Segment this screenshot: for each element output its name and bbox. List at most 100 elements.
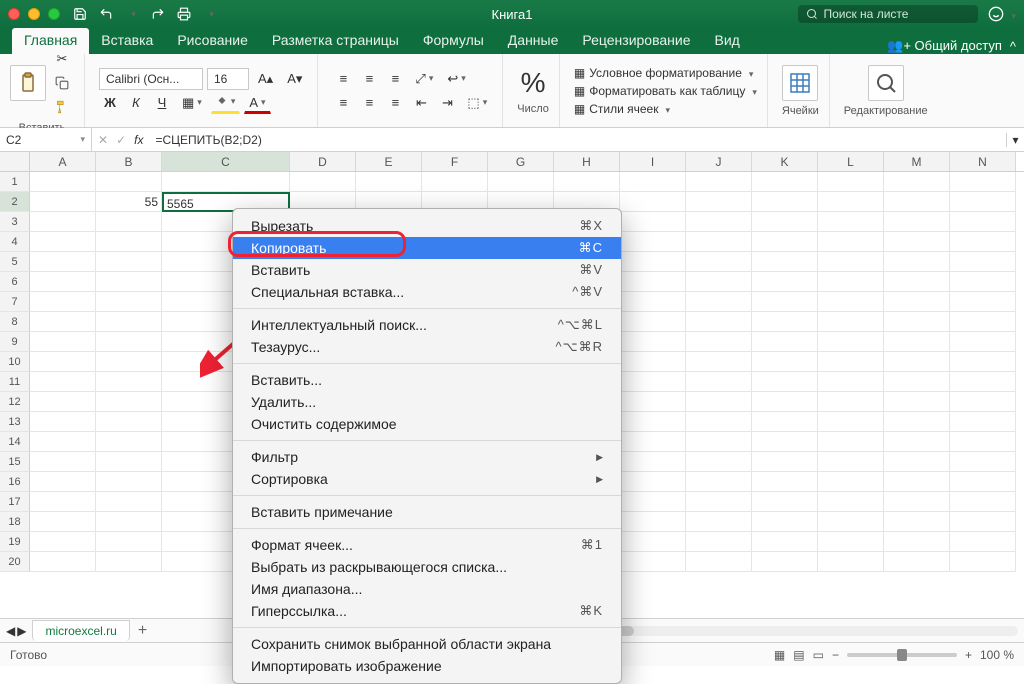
row-header[interactable]: 14 [0,432,30,452]
cell[interactable] [620,492,686,512]
cell[interactable] [30,492,96,512]
cell[interactable] [884,292,950,312]
cell[interactable] [620,232,686,252]
ctx-import-image[interactable]: Импортировать изображение [233,655,621,677]
merge-icon[interactable]: ⬚ [462,92,492,114]
row-header[interactable]: 19 [0,532,30,552]
cell[interactable] [96,352,162,372]
cell[interactable] [752,212,818,232]
cell[interactable] [752,332,818,352]
row-header[interactable]: 10 [0,352,30,372]
col-header[interactable]: L [818,152,884,171]
cell[interactable] [356,172,422,192]
row-header[interactable]: 2 [0,192,30,212]
cancel-formula-icon[interactable]: ✕ [98,133,108,147]
expand-formula-bar-icon[interactable]: ▾ [1006,133,1024,147]
row-header[interactable]: 20 [0,552,30,572]
row-header[interactable]: 12 [0,392,30,412]
cell[interactable] [752,532,818,552]
decrease-font-icon[interactable]: A▾ [282,68,307,90]
cell[interactable] [162,172,290,192]
cell[interactable] [96,512,162,532]
print-dropdown-icon[interactable] [202,6,218,22]
cell[interactable] [884,272,950,292]
tab-layout[interactable]: Разметка страницы [260,28,411,54]
col-header[interactable]: E [356,152,422,171]
cell[interactable] [686,272,752,292]
font-color-icon[interactable]: A [244,92,270,114]
cell[interactable] [686,292,752,312]
cell[interactable] [752,372,818,392]
name-box[interactable]: C2▾ [0,128,92,151]
cell[interactable] [752,172,818,192]
cell[interactable] [950,192,1016,212]
col-header[interactable]: D [290,152,356,171]
cell[interactable] [686,172,752,192]
align-right-icon[interactable]: ≡ [384,92,406,114]
cell[interactable] [30,312,96,332]
col-header[interactable]: K [752,152,818,171]
cell[interactable] [884,552,950,572]
ctx-paste[interactable]: Вставить⌘V [233,259,621,281]
cell[interactable] [620,192,686,212]
cell[interactable] [818,472,884,492]
cell[interactable] [818,332,884,352]
col-header[interactable]: N [950,152,1016,171]
cell[interactable] [752,192,818,212]
ctx-format-cells[interactable]: Формат ячеек...⌘1 [233,534,621,556]
cell[interactable] [96,172,162,192]
cell[interactable] [950,252,1016,272]
cell-styles-button[interactable]: ▦Стили ячеек [574,102,757,116]
cells-button[interactable] [782,65,818,101]
cell[interactable] [752,292,818,312]
indent-increase-icon[interactable]: ⇥ [436,92,458,114]
save-icon[interactable] [72,6,88,22]
undo-icon[interactable] [98,6,114,22]
cell[interactable] [96,392,162,412]
cell[interactable] [30,532,96,552]
col-header[interactable]: G [488,152,554,171]
row-header[interactable]: 5 [0,252,30,272]
align-top-icon[interactable]: ≡ [332,68,354,90]
cell[interactable] [950,292,1016,312]
cell[interactable] [422,172,488,192]
col-header[interactable]: J [686,152,752,171]
cell[interactable] [96,312,162,332]
align-bottom-icon[interactable]: ≡ [384,68,406,90]
col-header[interactable]: B [96,152,162,171]
col-header[interactable]: A [30,152,96,171]
add-sheet-button[interactable]: + [130,622,155,640]
font-size-combo[interactable]: 16 [207,68,249,90]
cell[interactable] [752,512,818,532]
cell[interactable] [752,232,818,252]
cell[interactable] [884,432,950,452]
cell[interactable] [30,472,96,492]
align-middle-icon[interactable]: ≡ [358,68,380,90]
cell[interactable] [96,232,162,252]
cell[interactable] [686,432,752,452]
cell[interactable] [620,292,686,312]
cell[interactable] [620,472,686,492]
ctx-paste-special[interactable]: Специальная вставка...^⌘V [233,281,621,303]
cell[interactable] [30,512,96,532]
increase-font-icon[interactable]: A▴ [253,68,278,90]
cell[interactable] [96,212,162,232]
enter-formula-icon[interactable]: ✓ [116,133,126,147]
percent-icon[interactable]: % [521,67,546,99]
align-center-icon[interactable]: ≡ [358,92,380,114]
ctx-hyperlink[interactable]: Гиперссылка...⌘K [233,600,621,622]
cell[interactable] [752,252,818,272]
cut-icon[interactable]: ✂ [50,48,74,70]
zoom-in-icon[interactable]: + [965,648,972,662]
cell[interactable] [818,512,884,532]
cell[interactable] [686,452,752,472]
cell[interactable] [620,212,686,232]
font-name-combo[interactable]: Calibri (Осн... [99,68,203,90]
cell[interactable] [96,252,162,272]
ctx-insert[interactable]: Вставить... [233,369,621,391]
cell[interactable] [30,272,96,292]
cell[interactable] [752,352,818,372]
cell[interactable] [752,312,818,332]
normal-view-icon[interactable]: ▦ [774,648,785,662]
cell[interactable] [30,172,96,192]
